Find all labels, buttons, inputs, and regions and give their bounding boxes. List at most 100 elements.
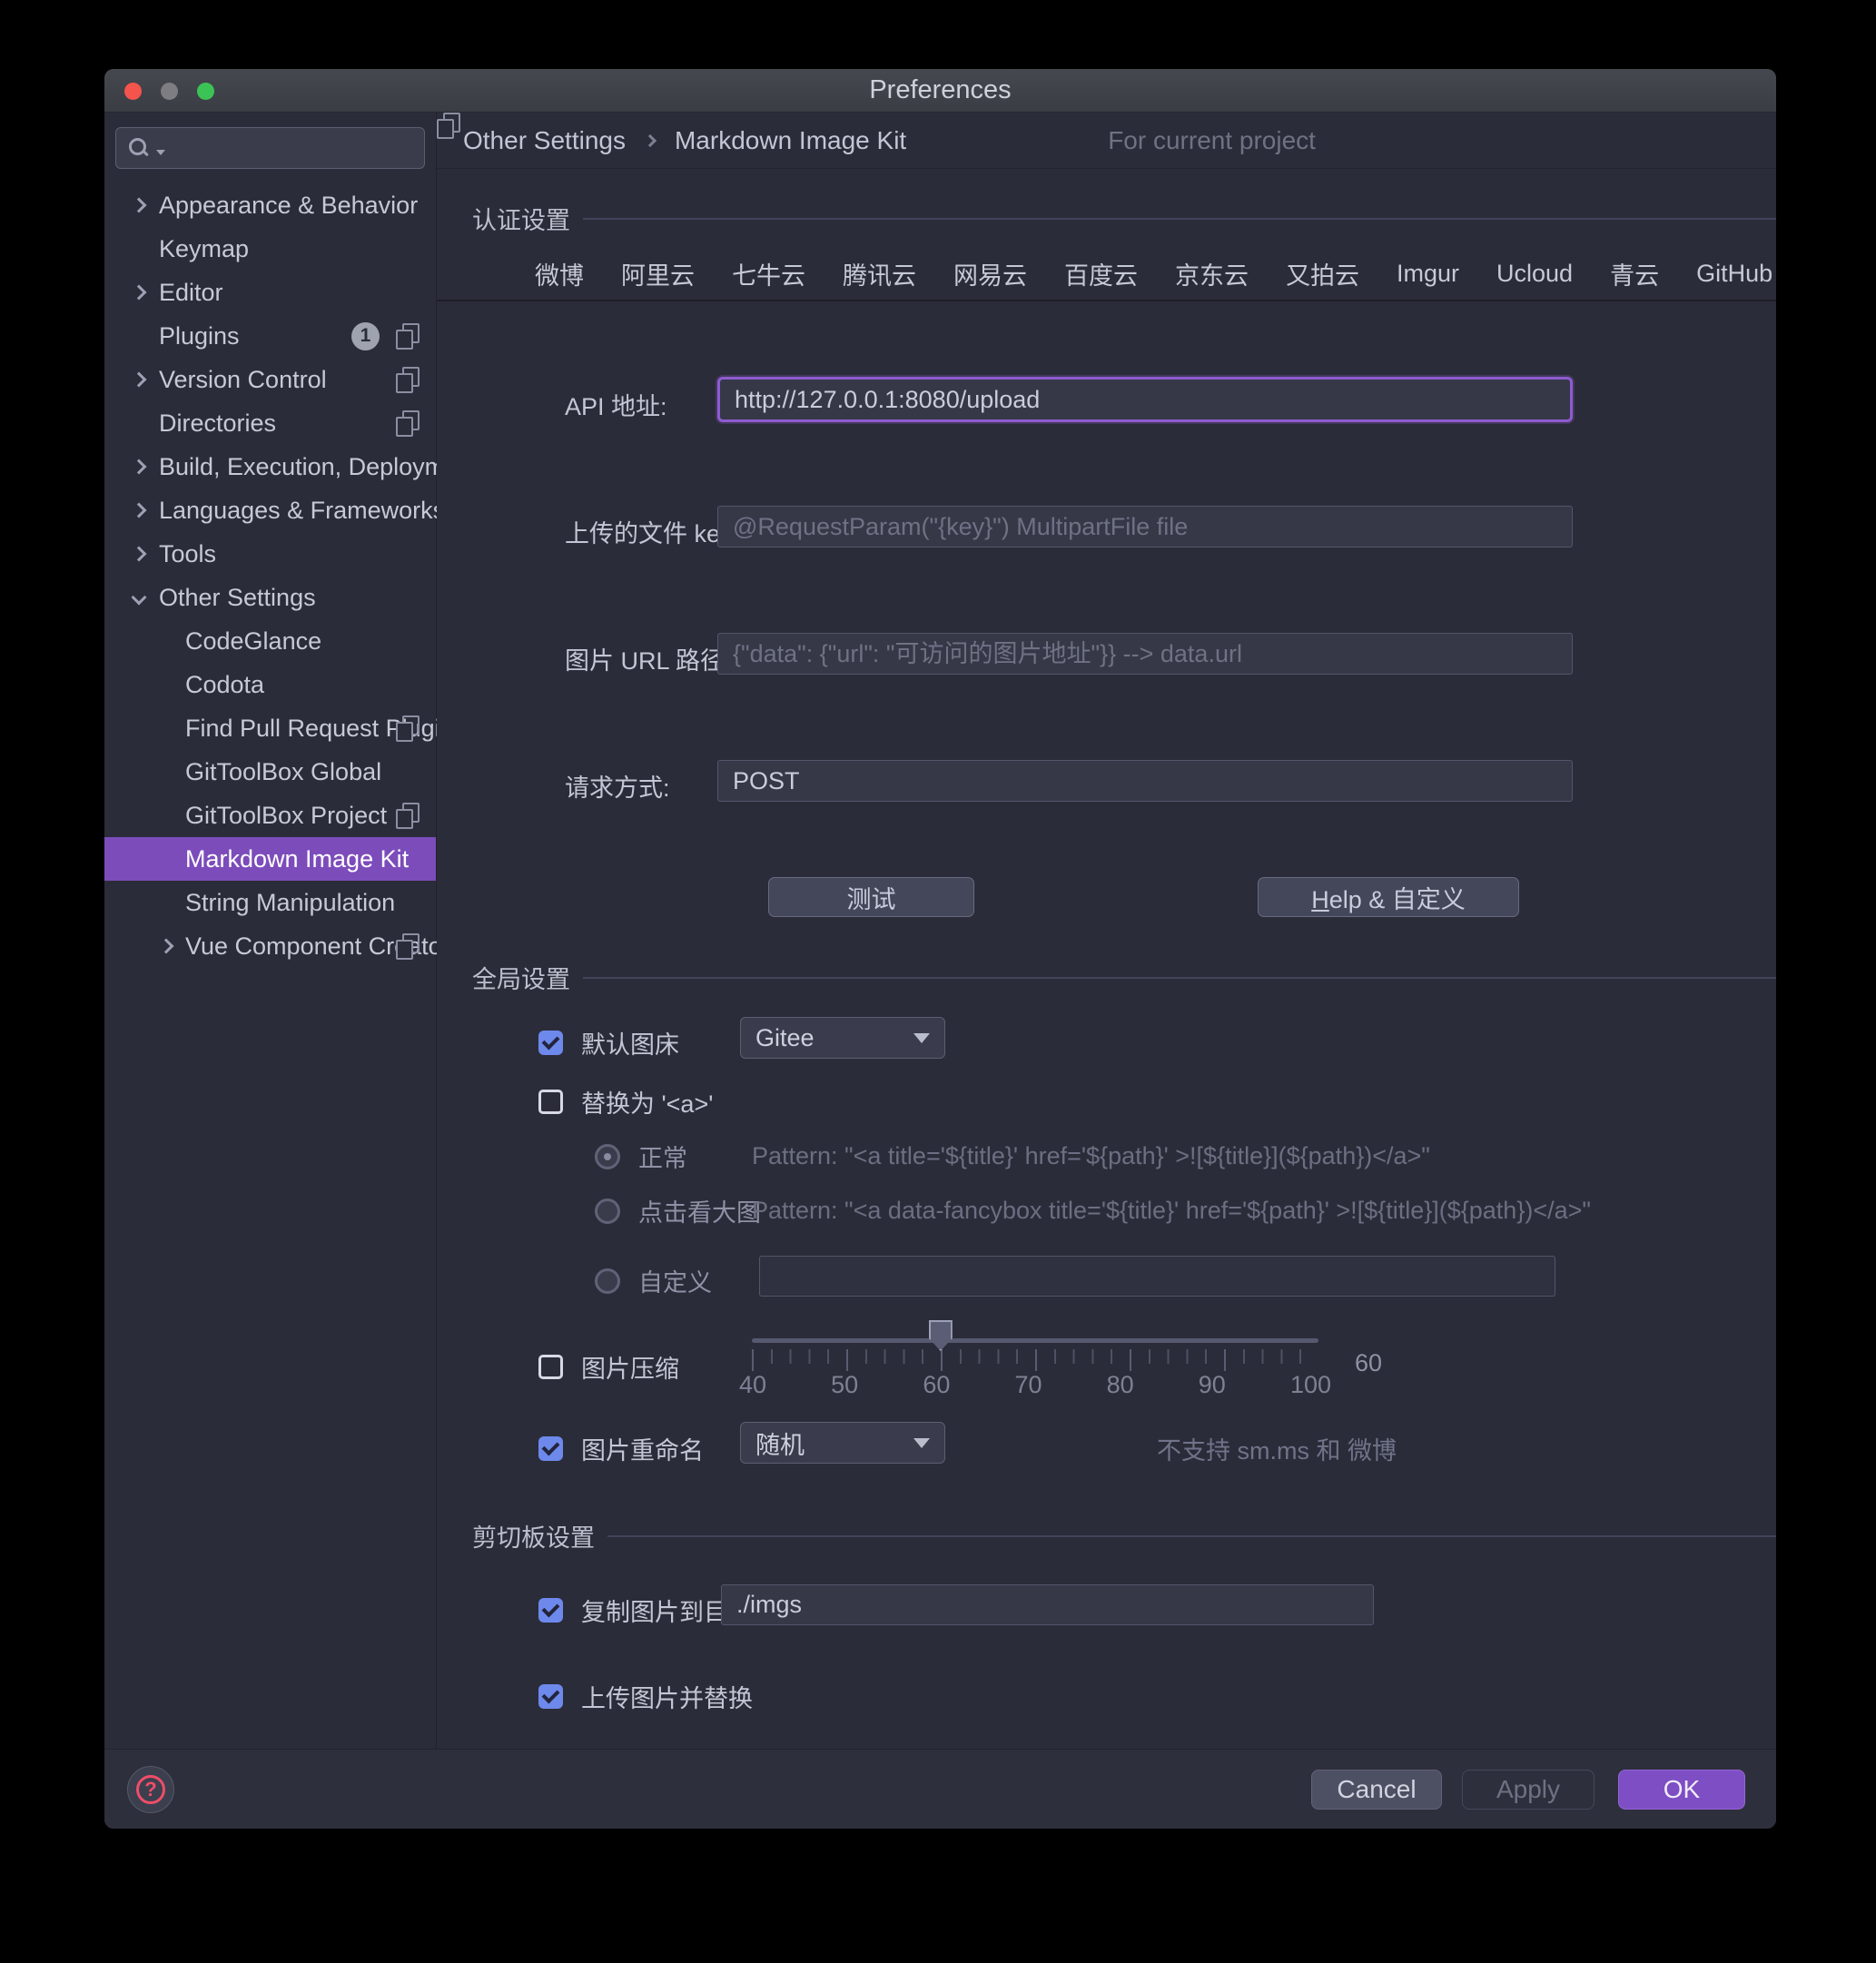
breadcrumb: Other Settings Markdown Image Kit For cu… (437, 113, 1776, 169)
radio-bigimage[interactable] (595, 1199, 620, 1224)
chevron-right-icon[interactable] (132, 198, 147, 213)
tab-qingcloud[interactable]: 青云 (1604, 245, 1665, 301)
sidebar-item-other-settings[interactable]: Other Settings (104, 576, 436, 619)
image-compress-row: 图片压缩 (538, 1349, 679, 1385)
pattern-bigimage-text: Pattern: "<a data-fancybox title='${titl… (752, 1197, 1591, 1225)
radio-bigimage-label: 点击看大图 (638, 1193, 761, 1228)
sidebar-item-editor[interactable]: Editor (104, 271, 436, 314)
sidebar-item-appearance-behavior[interactable]: Appearance & Behavior (104, 183, 436, 227)
sidebar-item-build-execution-deployment[interactable]: Build, Execution, Deployment (104, 445, 436, 488)
cancel-button[interactable]: Cancel (1311, 1770, 1442, 1810)
close-window-icon[interactable] (124, 83, 142, 100)
tab-jd[interactable]: 京东云 (1169, 245, 1255, 301)
radio-custom[interactable] (595, 1268, 620, 1294)
image-url-path-label: 图片 URL 路径: (565, 641, 732, 676)
image-url-path-input[interactable] (717, 633, 1573, 675)
per-project-settings-icon (396, 933, 418, 959)
radio-normal[interactable] (595, 1144, 620, 1169)
tab-imgur[interactable]: Imgur (1390, 245, 1466, 301)
image-compress-checkbox[interactable] (538, 1355, 563, 1379)
tab-weibo[interactable]: 微博 (528, 245, 590, 301)
tab-github[interactable]: GitHub (1690, 245, 1776, 301)
sidebar-item-vue-component-creator[interactable]: Vue Component Creator (104, 924, 436, 968)
custom-pattern-input[interactable] (759, 1256, 1555, 1297)
api-url-input[interactable] (717, 377, 1573, 422)
upload-and-replace-label: 上传图片并替换 (581, 1679, 753, 1714)
per-project-settings-icon (396, 410, 418, 436)
help-button[interactable]: ? (127, 1766, 174, 1813)
preferences-window: Preferences Appearance & Behavior Keymap… (104, 69, 1776, 1829)
replace-with-a-checkbox[interactable] (538, 1090, 563, 1114)
chevron-right-icon[interactable] (132, 285, 147, 301)
help-icon: ? (136, 1775, 165, 1804)
dropdown-caret-icon (913, 1033, 930, 1043)
per-project-settings-icon (396, 367, 418, 392)
chevron-right-icon[interactable] (132, 459, 147, 475)
title-bar: Preferences (104, 69, 1776, 113)
sidebar-item-languages-frameworks[interactable]: Languages & Frameworks (104, 488, 436, 532)
default-image-bed-checkbox[interactable] (538, 1031, 563, 1055)
sidebar-item-plugins[interactable]: Plugins 1 (104, 314, 436, 358)
test-button[interactable]: 测试 (768, 877, 974, 917)
sidebar-item-string-manipulation[interactable]: String Manipulation (104, 881, 436, 924)
default-image-bed-select[interactable]: Gitee (740, 1017, 945, 1059)
chevron-right-icon[interactable] (132, 547, 147, 562)
slider-track[interactable] (752, 1338, 1318, 1343)
upload-file-key-input[interactable] (717, 506, 1573, 547)
tab-bar-divider (437, 300, 1776, 301)
chevron-right-icon[interactable] (132, 372, 147, 388)
radio-custom-label: 自定义 (638, 1263, 712, 1298)
radio-custom-row: 自定义 (595, 1263, 712, 1298)
tab-aliyun[interactable]: 阿里云 (615, 245, 701, 301)
search-history-caret-icon[interactable] (156, 150, 165, 155)
chevron-down-icon[interactable] (132, 590, 147, 606)
slider-thumb[interactable] (929, 1320, 953, 1351)
request-method-label: 请求方式: (565, 768, 670, 804)
tab-netease[interactable]: 网易云 (947, 245, 1033, 301)
api-url-label: API 地址: (565, 387, 667, 422)
minimize-window-icon[interactable] (161, 83, 178, 100)
project-scope-indicator: For current project (1077, 126, 1316, 155)
sidebar-item-tools[interactable]: Tools (104, 532, 436, 576)
sidebar-item-markdown-image-kit[interactable]: Markdown Image Kit (104, 837, 436, 881)
tab-ucloud[interactable]: Ucloud (1490, 245, 1579, 301)
sidebar-item-version-control[interactable]: Version Control (104, 358, 436, 401)
tab-baidu[interactable]: 百度云 (1058, 245, 1144, 301)
tab-tencent[interactable]: 腾讯云 (836, 245, 923, 301)
breadcrumb-other-settings[interactable]: Other Settings (463, 126, 626, 155)
per-project-settings-icon (1077, 128, 1099, 153)
chevron-right-icon[interactable] (132, 503, 147, 518)
upload-file-key-label: 上传的文件 key: (565, 514, 739, 549)
request-method-input[interactable] (717, 760, 1573, 802)
upload-and-replace-checkbox[interactable] (538, 1684, 563, 1709)
radio-bigimage-row: 点击看大图 (595, 1193, 761, 1228)
sidebar-item-gittoolbox-global[interactable]: GitToolBox Global (104, 750, 436, 794)
zoom-window-icon[interactable] (197, 83, 214, 100)
replace-with-a-row: 替换为 '<a>' (538, 1084, 713, 1120)
tab-qiniu[interactable]: 七牛云 (726, 245, 812, 301)
sidebar-item-codota[interactable]: Codota (104, 663, 436, 706)
help-custom-button[interactable]: Help & 自定义 (1258, 877, 1519, 917)
plugins-count-badge: 1 (351, 322, 380, 350)
tab-upyun[interactable]: 又拍云 (1279, 245, 1366, 301)
apply-button[interactable]: Apply (1462, 1770, 1595, 1810)
compress-slider[interactable]: 40 50 60 70 80 90 100 (752, 1313, 1318, 1404)
sidebar-item-find-pull-request-plugin[interactable]: Find Pull Request Plugin (104, 706, 436, 750)
default-image-bed-label: 默认图床 (581, 1025, 679, 1060)
copy-to-dir-input[interactable] (721, 1584, 1374, 1625)
image-compress-label: 图片压缩 (581, 1349, 679, 1385)
sidebar-item-gittoolbox-project[interactable]: GitToolBox Project (104, 794, 436, 837)
image-rename-checkbox[interactable] (538, 1436, 563, 1461)
dropdown-caret-icon (913, 1438, 930, 1448)
chevron-right-icon[interactable] (159, 939, 174, 954)
sidebar-item-codeglance[interactable]: CodeGlance (104, 619, 436, 663)
settings-search-input[interactable] (115, 127, 425, 169)
window-title: Preferences (869, 75, 1011, 105)
section-auth-settings: 认证设置 (472, 201, 1776, 236)
copy-to-dir-checkbox[interactable] (538, 1598, 563, 1623)
ok-button[interactable]: OK (1618, 1770, 1745, 1810)
sidebar-item-directories[interactable]: Directories (104, 401, 436, 445)
rename-mode-select[interactable]: 随机 (740, 1422, 945, 1464)
sidebar-item-keymap[interactable]: Keymap (104, 227, 436, 271)
per-project-settings-icon (396, 803, 418, 828)
